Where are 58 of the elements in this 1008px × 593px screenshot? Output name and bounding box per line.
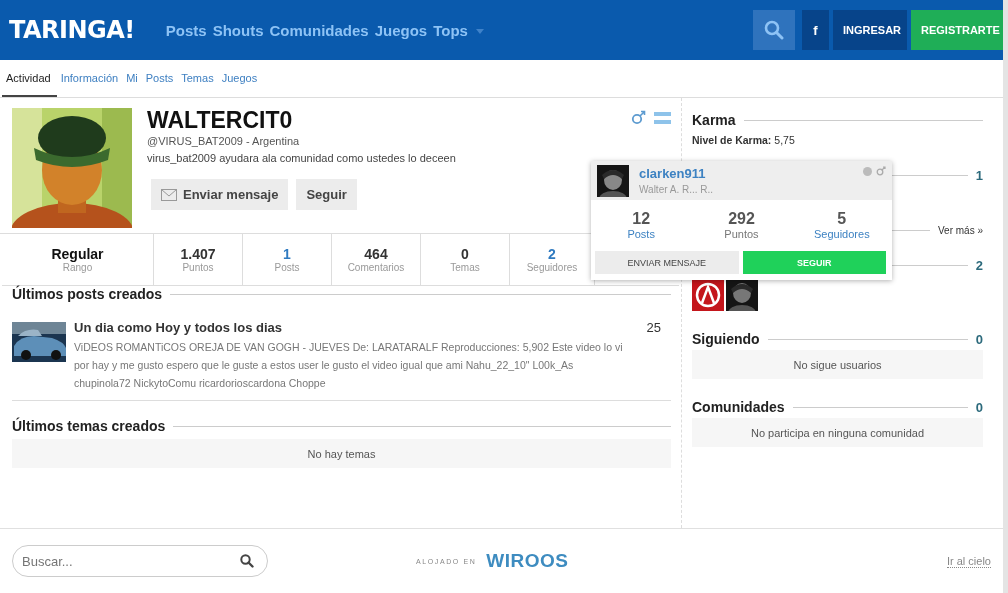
- facebook-button[interactable]: f: [802, 10, 829, 50]
- caret-icon: [475, 29, 484, 34]
- section-count: 2: [975, 258, 983, 273]
- section-title: Últimos temas creados: [12, 418, 166, 434]
- stat-item: 0 Temas: [421, 234, 510, 285]
- login-button[interactable]: INGRESAR: [833, 10, 907, 50]
- username-link[interactable]: clarken911: [639, 166, 714, 181]
- empty-message: No participa en ninguna comunidad: [692, 418, 983, 447]
- nav-link[interactable]: Juegos: [374, 21, 428, 39]
- profile-tab[interactable]: Temas: [177, 72, 218, 97]
- section-title: Últimos posts creados: [12, 286, 163, 302]
- profile-tab[interactable]: Posts: [141, 72, 178, 97]
- stat-item[interactable]: 1 Posts: [243, 234, 332, 285]
- profile-tab[interactable]: Información: [56, 72, 123, 97]
- nav-link[interactable]: Posts: [165, 21, 207, 39]
- username: WALTERCIT0: [147, 108, 294, 132]
- host-logo[interactable]: WIROOS: [486, 550, 569, 572]
- male-icon: [876, 166, 886, 176]
- user-bio: virus_bat2009 ayudara ala comunidad como ustedes lo deceen: [147, 152, 456, 164]
- profile-tab[interactable]: Juegos: [217, 72, 262, 97]
- stat-item[interactable]: 5 Seguidores: [791, 209, 892, 240]
- section-count: 0: [975, 331, 983, 347]
- search-field[interactable]: Buscar...: [12, 545, 268, 577]
- follow-button[interactable]: Seguir: [296, 179, 357, 210]
- male-icon: [631, 110, 646, 125]
- post-excerpt: ViDEOS ROMANTiCOS OREJA DE VAN GOGH - JUEVES De: LARATARALF Reproducciones: 5,902 Este video lo vi por hay y me gusto espero que le guste a estos user le gusto el video igual que ami Nahu_22_10" L00k_As chupinola72 NickytoComu ricardorioscardona Choppe: [74, 340, 624, 391]
- post-title[interactable]: Un dia como Hoy y todos los dias: [74, 320, 627, 335]
- empty-message: No sigue usuarios: [692, 350, 983, 379]
- stat-item: Regular Rango: [2, 234, 154, 285]
- register-button[interactable]: REGISTRARTE: [911, 10, 1003, 50]
- back-to-top-link[interactable]: Ir al cielo: [946, 554, 991, 568]
- search-icon: [240, 554, 254, 568]
- empty-message: No hay temas: [12, 439, 671, 468]
- profile-tab[interactable]: Actividad: [2, 72, 57, 97]
- full-name: Walter A. R... R..: [639, 184, 714, 195]
- site-logo[interactable]: TARINGA!: [9, 16, 135, 44]
- stat-item: 464 Comentarios: [332, 234, 421, 285]
- profile-tab[interactable]: Mi: [122, 72, 142, 97]
- see-more-link[interactable]: Ver más »: [937, 225, 983, 236]
- karma-level: Nivel de Karma: 5,75: [692, 134, 796, 146]
- nav-link[interactable]: Tops: [433, 21, 468, 39]
- send-message-button[interactable]: ENVIAR MENSAJE: [595, 251, 739, 274]
- search-button[interactable]: [753, 10, 795, 50]
- section-title: Karma: [692, 112, 736, 128]
- section-title: Siguiendo: [692, 331, 760, 347]
- envelope-icon: [161, 188, 177, 201]
- post-score: 25: [646, 320, 661, 337]
- flag-icon: [654, 111, 671, 124]
- nav-link[interactable]: Shouts: [212, 21, 264, 39]
- send-message-button[interactable]: Enviar mensaje: [151, 179, 289, 210]
- search-icon: [764, 20, 784, 40]
- section-title: Comunidades: [692, 399, 785, 415]
- section-count: 1: [975, 168, 983, 183]
- stat-item: 292 Puntos: [723, 209, 760, 240]
- section-count: 0: [975, 399, 983, 415]
- stat-item: 1.407 Puntos: [154, 234, 243, 285]
- user-handle: @VIRUS_BAT2009 - Argentina: [147, 135, 301, 147]
- nav-link[interactable]: Comunidades: [269, 21, 369, 39]
